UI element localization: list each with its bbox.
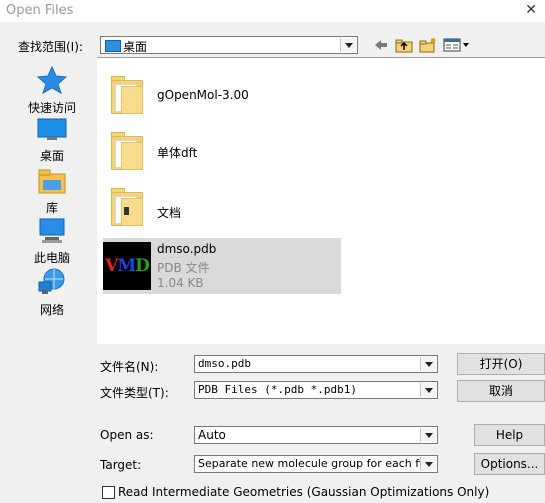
file-list[interactable]: gOpenMol-3.00 单体dft 文档 VMD dmso.pdb PDB … [97, 57, 545, 344]
computer-icon [39, 218, 65, 243]
read-intermediate-label: Read Intermediate Geometries (Gaussian O… [118, 485, 490, 499]
file-name: 单体dft [157, 146, 198, 160]
folder-icon [111, 76, 143, 114]
chevron-down-icon[interactable] [420, 383, 436, 397]
chevron-down-icon[interactable] [420, 428, 436, 442]
place-library[interactable]: 库 [12, 168, 92, 216]
place-label: 网络 [39, 303, 64, 317]
lookin-label: 查找范围(I): [18, 40, 83, 54]
place-network[interactable]: 网络 [12, 268, 92, 318]
place-label: 桌面 [39, 149, 64, 163]
place-quick-access[interactable]: 快速访问 [12, 65, 92, 116]
up-folder-icon[interactable] [394, 37, 414, 53]
place-this-pc[interactable]: 此电脑 [12, 218, 92, 266]
title-bar: Open Files ✕ [0, 0, 545, 22]
help-button[interactable]: Help [474, 424, 545, 446]
list-item-selected[interactable]: VMD dmso.pdb PDB 文件 1.04 KB [103, 238, 341, 294]
open-as-select[interactable]: Auto [194, 426, 438, 444]
chevron-down-icon[interactable] [420, 457, 436, 471]
file-name: gOpenMol-3.00 [157, 88, 249, 102]
window-title: Open Files [6, 3, 74, 18]
chevron-down-icon[interactable] [340, 38, 356, 52]
place-label: 库 [45, 201, 58, 215]
list-item[interactable]: gOpenMol-3.00 [103, 68, 341, 124]
file-name: 文档 [157, 206, 182, 220]
vmd-logo-icon: VMD [103, 242, 151, 290]
chevron-down-icon[interactable] [420, 357, 436, 371]
target-label: Target: [100, 458, 142, 472]
open-as-value: Auto [198, 428, 226, 442]
desktop-icon [37, 118, 67, 140]
filename-value: dmso.pdb [198, 357, 251, 370]
list-item[interactable]: 文档 [103, 182, 341, 238]
view-menu-icon[interactable] [442, 37, 472, 53]
place-label: 此电脑 [33, 251, 70, 265]
target-select[interactable]: Separate new molecule group for each fil… [194, 455, 438, 473]
folder-icon [111, 188, 143, 226]
lookin-combo[interactable]: 桌面 [100, 36, 358, 54]
file-type: PDB 文件 [157, 261, 210, 275]
places-bar: 快速访问 桌面 库 此电脑 网络 [12, 58, 92, 348]
list-item[interactable]: 单体dft [103, 126, 341, 182]
desktop-small-icon [105, 40, 121, 52]
filetype-label: 文件类型(T): [100, 386, 169, 400]
close-icon[interactable]: ✕ [525, 2, 537, 18]
filetype-select[interactable]: PDB Files (*.pdb *.pdb1) [194, 381, 438, 399]
filename-label: 文件名(N): [100, 360, 159, 374]
folder-icon [111, 132, 143, 170]
file-name: dmso.pdb [157, 242, 217, 256]
options-button[interactable]: Options... [474, 453, 545, 475]
open-as-label: Open as: [100, 428, 154, 442]
new-folder-icon[interactable] [418, 37, 438, 53]
library-icon [38, 169, 66, 194]
file-size: 1.04 KB [157, 276, 204, 290]
lookin-value: 桌面 [123, 40, 148, 54]
place-desktop[interactable]: 桌面 [12, 118, 92, 164]
filename-input[interactable]: dmso.pdb [194, 355, 438, 373]
network-icon [38, 268, 65, 294]
star-icon [36, 65, 68, 95]
read-intermediate-checkbox[interactable] [102, 486, 115, 499]
target-value: Separate new molecule group for each fil… [198, 457, 432, 470]
place-label: 快速访问 [27, 101, 76, 115]
back-icon[interactable] [372, 37, 390, 53]
filetype-value: PDB Files (*.pdb *.pdb1) [198, 383, 357, 396]
open-button[interactable]: 打开(O) [457, 353, 545, 375]
cancel-button[interactable]: 取消 [457, 380, 545, 402]
